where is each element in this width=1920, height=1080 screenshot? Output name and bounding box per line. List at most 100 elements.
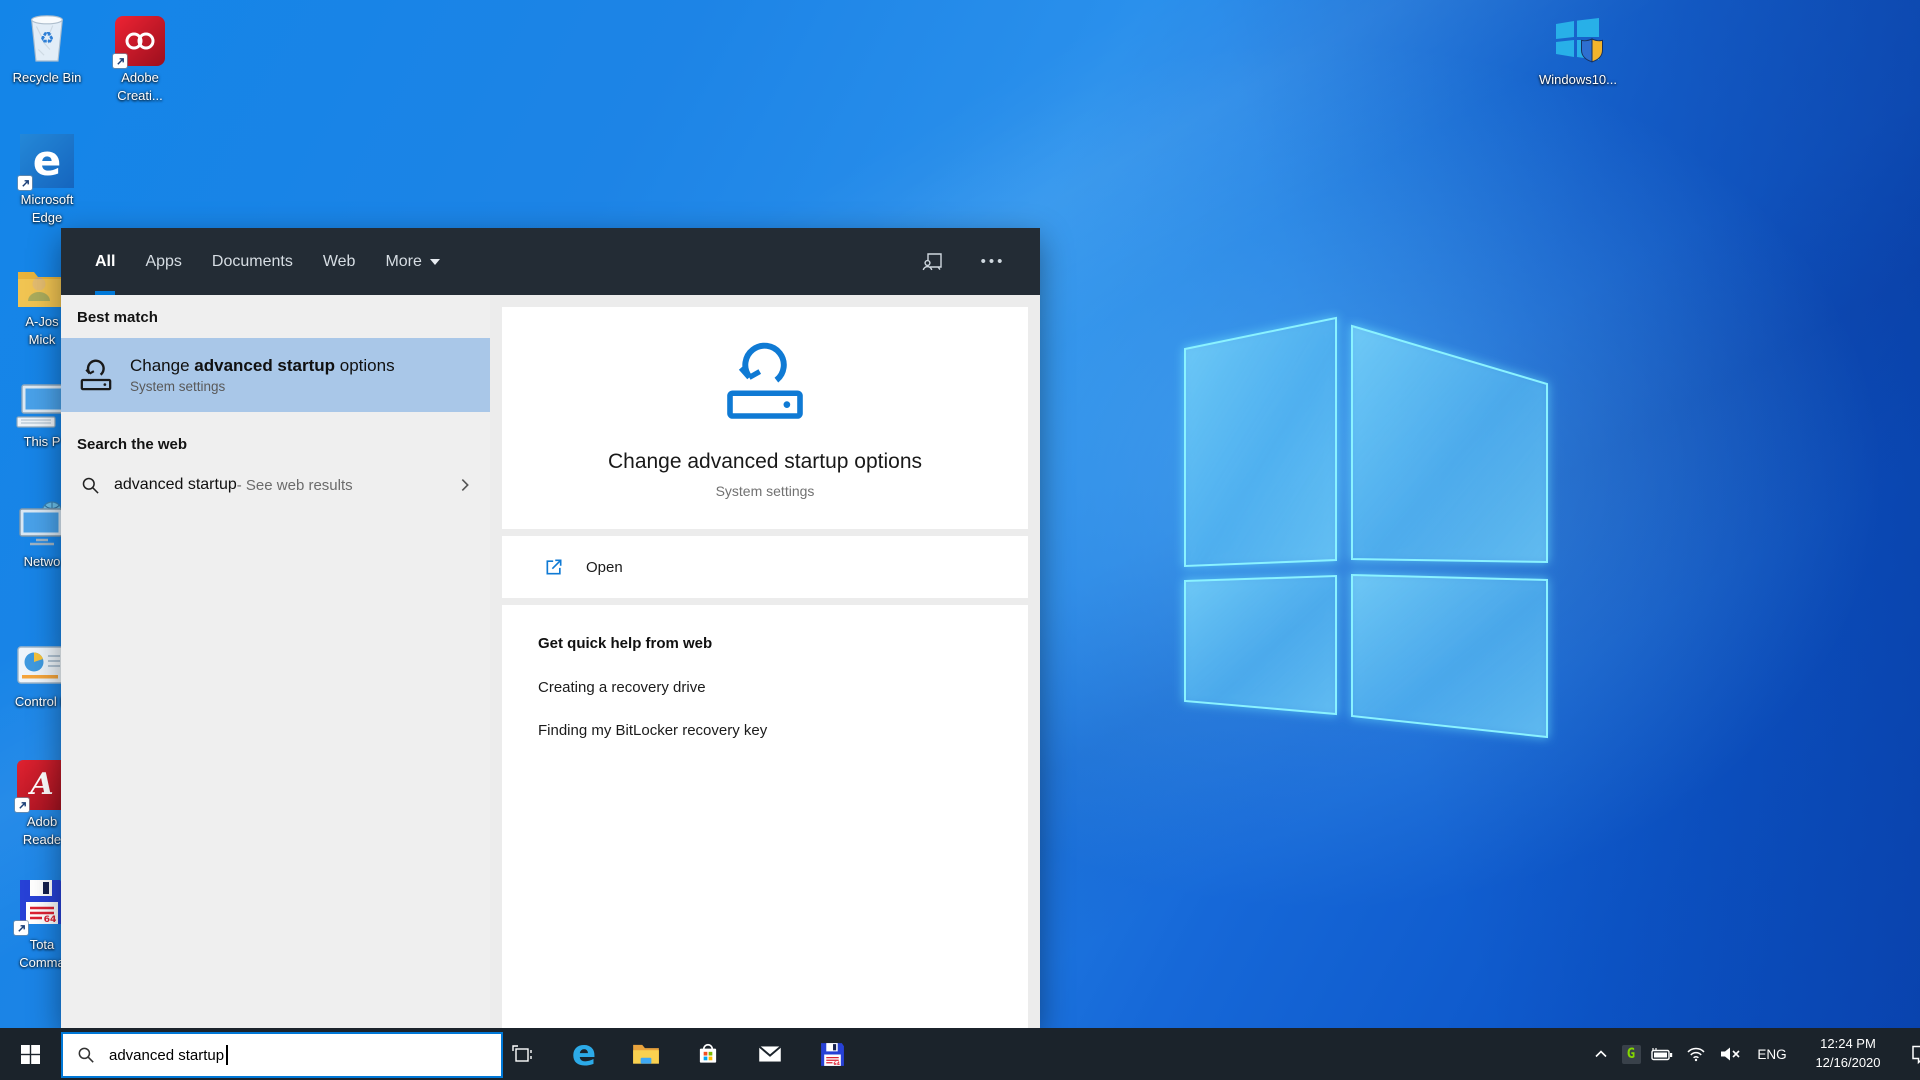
edge-icon: e xyxy=(18,130,74,190)
desktop-icon-label: Adobe xyxy=(121,70,159,85)
battery-icon xyxy=(1651,1048,1673,1061)
svg-text:64: 64 xyxy=(833,1060,840,1066)
tab-apps-label: Apps xyxy=(145,252,182,270)
help-link-bitlocker-key[interactable]: Finding my BitLocker recovery key xyxy=(538,722,1028,739)
desktop-icon-label: A-Jos xyxy=(25,314,59,329)
web-search-suggestion[interactable]: advanced startup - See web results xyxy=(61,459,490,511)
tab-apps[interactable]: Apps xyxy=(145,228,181,295)
quick-help-header: Get quick help from web xyxy=(538,635,713,652)
open-external-icon xyxy=(544,557,564,577)
desktop-icon-recycle-bin[interactable]: ♻ Recycle Bin xyxy=(8,8,86,87)
desktop: ♻ Recycle Bin Adobe Creati... e Microsof… xyxy=(0,0,1920,1080)
desktop-icon-label: Mick xyxy=(28,331,56,347)
shortcut-arrow-badge xyxy=(15,798,29,812)
web-suggestion-query: advanced startup xyxy=(114,476,237,493)
hidden-icons-chevron-icon xyxy=(1595,1050,1607,1058)
tray-clock[interactable]: 12:24 PM 12/16/2020 xyxy=(1796,1028,1900,1080)
tray-battery[interactable] xyxy=(1646,1028,1680,1080)
file-explorer-icon xyxy=(633,1044,659,1064)
adobe-reader-icon: A xyxy=(15,752,67,812)
desktop-icon-label: Reade xyxy=(22,831,62,847)
shortcut-arrow-badge xyxy=(18,176,32,190)
help-link-recovery-drive[interactable]: Creating a recovery drive xyxy=(538,679,1028,696)
tab-documents[interactable]: Documents xyxy=(212,228,293,295)
taskbar-search-input[interactable]: advanced startup xyxy=(61,1032,503,1078)
greenshot-icon: G xyxy=(1621,1044,1641,1064)
more-options-button[interactable]: ••• xyxy=(976,245,1010,279)
desktop-icon-label: Tota xyxy=(29,937,55,952)
wifi-icon xyxy=(1687,1047,1705,1061)
shortcut-arrow-badge xyxy=(113,54,127,68)
feedback-button[interactable] xyxy=(916,245,950,279)
best-match-result[interactable]: Change advanced startup options System s… xyxy=(61,338,490,412)
taskbar-file-explorer-button[interactable] xyxy=(622,1028,670,1080)
windows10-setup-icon xyxy=(1548,10,1608,68)
language-label: ENG xyxy=(1757,1046,1787,1062)
desktop-icon-windows10-setup[interactable]: Windows10... xyxy=(1534,10,1622,89)
total-commander-icon: 64 xyxy=(820,1042,844,1066)
svg-text:64: 64 xyxy=(44,914,57,925)
desktop-icon-label: Comma xyxy=(19,954,65,970)
search-flyout-header: All Apps Documents Web More ••• xyxy=(61,228,1040,295)
system-tray: G ENG 12:24 PM 12/16/2020 xyxy=(1586,1028,1920,1080)
volume-muted-icon xyxy=(1721,1047,1740,1061)
search-web-header: Search the web xyxy=(77,436,188,453)
tray-date: 12/16/2020 xyxy=(1815,1055,1881,1070)
preview-title: Change advanced startup options xyxy=(607,450,923,473)
best-match-header: Best match xyxy=(77,309,158,326)
advanced-startup-icon-large xyxy=(723,339,807,428)
recycle-bin-icon: ♻ xyxy=(24,8,70,66)
text-cursor xyxy=(226,1045,228,1065)
active-tab-underline xyxy=(95,291,116,295)
search-icon xyxy=(77,1046,95,1064)
tray-language[interactable]: ENG xyxy=(1748,1028,1796,1080)
svg-text:♻: ♻ xyxy=(40,29,55,48)
preview-subtitle: System settings xyxy=(715,483,815,499)
start-button[interactable] xyxy=(0,1028,60,1080)
edge-icon: e xyxy=(571,1033,597,1074)
tray-wifi[interactable] xyxy=(1680,1028,1712,1080)
desktop-icon-label: Creati... xyxy=(117,87,163,103)
hidden-icons-button[interactable] xyxy=(1586,1028,1616,1080)
action-center-icon xyxy=(1912,1045,1920,1065)
taskbar-store-button[interactable] xyxy=(684,1028,732,1080)
desktop-icon-label: Recycle Bin xyxy=(12,70,82,85)
desktop-icon-label: Microsoft xyxy=(20,192,74,207)
feedback-icon xyxy=(922,252,942,270)
tray-time: 12:24 PM xyxy=(1820,1036,1876,1052)
desktop-icon-microsoft-edge[interactable]: e Microsoft Edge xyxy=(8,130,86,226)
best-match-subtitle: System settings xyxy=(130,379,226,394)
tab-web-label: Web xyxy=(322,252,356,270)
task-view-icon xyxy=(512,1045,532,1062)
tab-all[interactable]: All xyxy=(95,228,116,295)
taskbar-mail-button[interactable] xyxy=(746,1028,794,1080)
desktop-icon-adobe-creative-cloud[interactable]: Adobe Creati... xyxy=(101,8,179,104)
shortcut-arrow-badge xyxy=(14,921,28,935)
tray-greenshot[interactable]: G xyxy=(1616,1028,1646,1080)
chevron-right-icon[interactable] xyxy=(456,476,474,494)
taskbar: advanced startup e 64 G ENG 12:24 PM 12/… xyxy=(0,1028,1920,1080)
action-center-button[interactable] xyxy=(1900,1028,1920,1080)
search-input-value: advanced startup xyxy=(109,1046,225,1064)
start-icon xyxy=(20,1044,40,1064)
desktop-icon-label: Edge xyxy=(31,209,63,225)
tab-web[interactable]: Web xyxy=(323,228,356,295)
more-options-ellipsis-icon: ••• xyxy=(980,253,1006,270)
task-view-button[interactable] xyxy=(498,1028,546,1080)
result-preview-pane: Change advanced startup options System s… xyxy=(490,295,1040,1028)
tab-more-label: More xyxy=(385,252,422,270)
best-match-title: Change advanced startup options xyxy=(130,356,395,375)
tab-documents-label: Documents xyxy=(211,252,293,270)
taskbar-total-commander-button[interactable]: 64 xyxy=(808,1028,856,1080)
tab-more[interactable]: More xyxy=(385,228,440,295)
search-icon xyxy=(81,476,100,495)
taskbar-edge-button[interactable]: e xyxy=(560,1028,608,1080)
adobe-creative-cloud-icon xyxy=(113,8,165,68)
store-icon xyxy=(699,1043,717,1063)
web-suggestion-suffix: - See web results xyxy=(236,476,353,494)
tray-volume[interactable] xyxy=(1712,1028,1748,1080)
desktop-icon-label: Adob xyxy=(26,814,58,829)
desktop-icon-label: Windows10... xyxy=(1538,72,1618,87)
desktop-icon-label: This P xyxy=(23,434,61,449)
open-action[interactable]: Open xyxy=(502,536,1028,598)
